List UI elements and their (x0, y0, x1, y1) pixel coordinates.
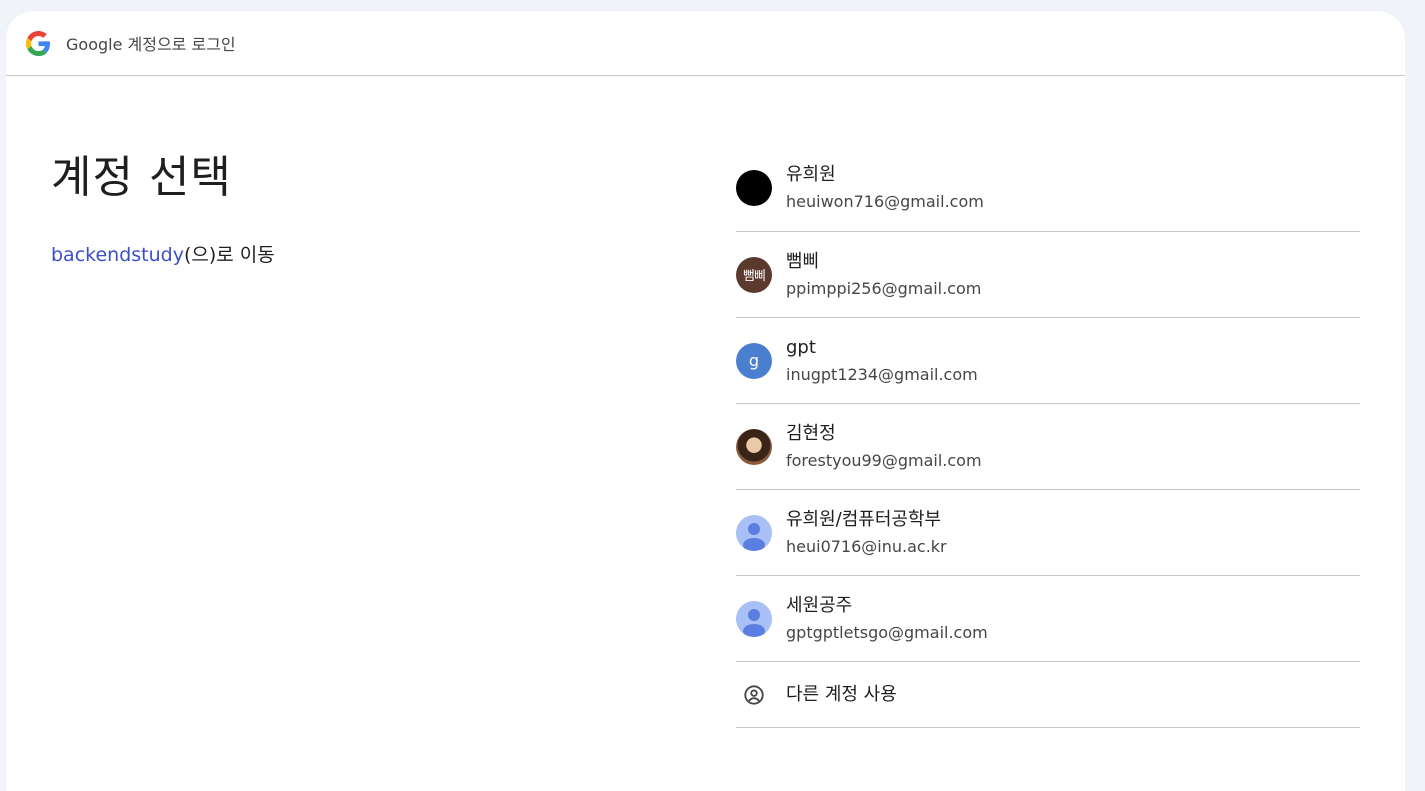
signin-card: Google 계정으로 로그인 계정 선택 backendstudy(으)로 이… (6, 11, 1405, 791)
account-email: forestyou99@gmail.com (786, 450, 982, 470)
avatar: g (736, 342, 772, 379)
account-email: inugpt1234@gmail.com (786, 364, 978, 384)
subtitle-suffix: (으)로 이동 (183, 244, 275, 266)
account-email: gptgptletsgo@gmail.com (786, 622, 988, 642)
account-item[interactable]: 유희원/컴퓨터공학부 heui0716@inu.ac.kr (736, 490, 1360, 576)
page-title: 계정 선택 (51, 152, 232, 203)
account-item[interactable]: 김현정 forestyou99@gmail.com (736, 404, 1360, 490)
default-person-icon (736, 600, 772, 637)
use-other-label: 다른 계정 사용 (786, 683, 897, 705)
account-name: 뻠삐 (786, 250, 820, 272)
account-name: 유희원/컴퓨터공학부 (786, 508, 942, 530)
google-logo-icon (26, 30, 51, 56)
account-name: gpt (786, 336, 816, 358)
account-circle-icon (736, 684, 772, 706)
intro-section: 계정 선택 backendstudy(으)로 이동 (51, 141, 275, 267)
avatar: 뻠삐 (736, 256, 772, 293)
account-item[interactable]: 뻠삐 뻠삐 ppimppi256@gmail.com (736, 232, 1360, 318)
account-item[interactable]: g gpt inugpt1234@gmail.com (736, 318, 1360, 404)
app-link[interactable]: backendstudy (51, 244, 184, 266)
account-list: 유희원 heuiwon716@gmail.com 뻠삐 뻠삐 ppimppi25… (736, 145, 1360, 728)
account-item[interactable]: 세원공주 gptgptletsgo@gmail.com (736, 576, 1360, 662)
header: Google 계정으로 로그인 (6, 11, 1405, 76)
header-title: Google 계정으로 로그인 (66, 35, 236, 54)
default-person-icon (736, 514, 772, 551)
account-email: heuiwon716@gmail.com (786, 192, 984, 211)
account-item[interactable]: 유희원 heuiwon716@gmail.com (736, 145, 1360, 232)
subtitle: backendstudy(으)로 이동 (51, 240, 275, 267)
account-email: heui0716@inu.ac.kr (786, 536, 947, 556)
avatar (736, 170, 772, 206)
avatar-photo (736, 428, 772, 465)
account-name: 유희원 (786, 164, 836, 185)
account-email: ppimppi256@gmail.com (786, 278, 982, 298)
use-other-account-button[interactable]: 다른 계정 사용 (736, 662, 1360, 728)
account-name: 세원공주 (786, 594, 853, 616)
account-name: 김현정 (786, 422, 836, 444)
